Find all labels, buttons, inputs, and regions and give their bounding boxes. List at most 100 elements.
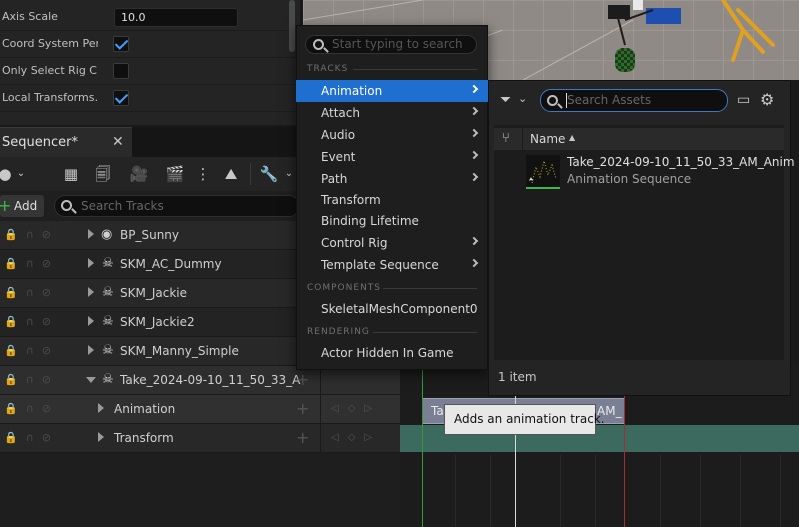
track-row-take[interactable]: 🔒∩⊘ ☠ Take_2024-09-10_11_50_33_A + [0, 366, 400, 395]
menu-divider [353, 69, 477, 70]
chevron-right-icon [469, 150, 479, 160]
prop-row-local-transforms: Local Transforms… [0, 85, 298, 112]
menu-item-label: Template Sequence [321, 258, 439, 272]
menu-item-control-rig[interactable]: Control Rig [296, 232, 488, 254]
search-icon [313, 39, 324, 50]
search-tracks-placeholder: Search Tracks [81, 199, 164, 213]
axis-scale-field[interactable]: 10.0 [114, 8, 238, 27]
skeleton-icon: ☠ [102, 256, 114, 271]
menu-item-transform[interactable]: Transform [296, 189, 488, 211]
menu-item-template-sequence[interactable]: Template Sequence [296, 254, 488, 276]
menu-item-audio[interactable]: Audio [296, 124, 488, 146]
only-select-rig-checkbox[interactable] [113, 63, 129, 79]
local-transforms-checkbox[interactable] [113, 90, 129, 106]
search-assets-input[interactable]: Search Assets [540, 89, 728, 112]
expand-arrow-icon[interactable] [88, 287, 94, 297]
save-icon[interactable]: ▦ [60, 163, 82, 185]
column-divider [320, 366, 321, 453]
row-lock-mute-solo-icons[interactable]: 🔒∩⊘ [4, 315, 66, 329]
menu-item-skeletal-mesh-component[interactable]: SkeletalMeshComponent0 [296, 298, 488, 320]
menu-item-animation[interactable]: Animation [296, 80, 488, 102]
sort-ascending-icon[interactable]: ▲ [569, 133, 575, 142]
menu-item-binding-lifetime[interactable]: Binding Lifetime [296, 210, 488, 232]
details-scrollbar[interactable] [289, 0, 295, 52]
prop-label: Axis Scale [2, 10, 58, 23]
menu-item-label: Attach [321, 106, 360, 120]
row-lock-mute-solo-icons[interactable]: 🔒∩⊘ [4, 344, 66, 358]
row-lock-mute-solo-icons[interactable]: 🔒∩⊘ [4, 431, 66, 445]
chevron-down-icon[interactable]: ⌄ [10, 163, 32, 185]
asset-type: Animation Sequence [567, 172, 692, 186]
grid-line [780, 455, 781, 527]
grid-line [595, 455, 596, 527]
clapperboard-icon[interactable]: 🎬 [164, 163, 186, 185]
menu-item-actor-hidden-in-game[interactable]: Actor Hidden In Game [296, 342, 488, 364]
wrench-icon[interactable]: 🔧 [258, 163, 280, 185]
menu-item-label: Transform [321, 193, 381, 207]
keyframe-nav-icons[interactable]: ◁◇▷ [331, 403, 381, 414]
row-lock-mute-solo-icons[interactable]: 🔒∩⊘ [4, 286, 66, 300]
track-label: BP_Sunny [120, 228, 180, 242]
menu-search-input[interactable]: Start typing to search [305, 35, 477, 54]
prop-row-axis-scale: Axis Scale 10.0 [0, 4, 298, 31]
chevron-down-icon[interactable]: ⌄ [518, 92, 527, 105]
prop-label: Only Select Rig C… [2, 64, 98, 77]
track-row-transform[interactable]: 🔒∩⊘ Transform + ◁◇▷ [0, 424, 400, 453]
column-name[interactable]: Name [530, 132, 565, 146]
playback-start-marker[interactable] [422, 367, 423, 527]
section-label-left: Ta [431, 404, 444, 418]
details-panel: Axis Scale 10.0 Coord System Per… Only S… [0, 0, 300, 125]
actions-icon[interactable]: ⛰ [220, 163, 242, 185]
add-subtrack-icon[interactable]: + [296, 428, 309, 447]
prop-row-only-select-rig: Only Select Rig C… [0, 58, 298, 85]
source-control-icon[interactable]: ⑂ [502, 131, 510, 146]
camera-icon[interactable]: 🎥 [128, 163, 150, 185]
close-icon[interactable]: ✕ [112, 134, 124, 150]
menu-divider [383, 288, 477, 289]
menu-item-path[interactable]: Path [296, 168, 488, 190]
menu-section-components: COMPONENTS [307, 283, 382, 293]
row-lock-mute-solo-icons[interactable]: 🔒∩⊘ [4, 228, 66, 242]
expand-arrow-icon[interactable] [98, 432, 104, 442]
tab-sequencer[interactable]: Sequencer* ✕ [0, 127, 132, 157]
search-assets-placeholder: Search Assets [567, 93, 652, 107]
browse-icon[interactable]: 🗐 [92, 163, 114, 185]
menu-item-attach[interactable]: Attach [296, 102, 488, 124]
add-subtrack-icon[interactable]: + [296, 399, 309, 418]
track-label: Animation [114, 402, 176, 416]
expand-arrow-icon[interactable] [98, 403, 104, 413]
track-label: SKM_Manny_Simple [120, 344, 239, 358]
expand-arrow-icon[interactable] [88, 345, 94, 355]
more-options-icon[interactable]: ⋮ [192, 163, 214, 185]
chevron-right-icon [469, 258, 479, 268]
actor-icon: ◉ [101, 227, 113, 242]
skeleton-icon: ☠ [102, 343, 114, 358]
add-subtrack-icon[interactable]: + [296, 370, 309, 389]
add-track-button[interactable]: + Add [0, 195, 44, 217]
chevron-right-icon [469, 236, 479, 246]
prop-label: Local Transforms… [2, 91, 98, 104]
filter-icon[interactable]: ⏷ [500, 92, 511, 108]
row-lock-mute-solo-icons[interactable]: 🔒∩⊘ [4, 373, 66, 387]
add-button-label: Add [14, 199, 38, 213]
menu-item-event[interactable]: Event [296, 146, 488, 168]
skeleton-icon: ☠ [102, 285, 114, 300]
collapse-arrow-icon[interactable] [86, 377, 96, 383]
track-label: SKM_Jackie [120, 286, 187, 300]
coord-system-checkbox[interactable] [113, 36, 129, 52]
expand-arrow-icon[interactable] [88, 258, 94, 268]
folder-icon[interactable]: ▭ [737, 92, 750, 108]
row-lock-mute-solo-icons[interactable]: 🔒∩⊘ [4, 257, 66, 271]
search-tracks-input[interactable]: Search Tracks [54, 195, 300, 217]
menu-item-label: Event [321, 150, 356, 164]
gear-icon[interactable]: ⚙ [760, 90, 774, 109]
track-row-animation[interactable]: 🔒∩⊘ Animation + ◁◇▷ [0, 395, 400, 424]
keyframe-nav-icons[interactable]: ◁◇▷ [331, 432, 381, 443]
chevron-right-icon [469, 84, 479, 94]
row-lock-mute-solo-icons[interactable]: 🔒∩⊘ [4, 402, 66, 416]
expand-arrow-icon[interactable] [88, 229, 94, 239]
animation-sequence-icon [529, 159, 557, 184]
grid-line [660, 455, 661, 527]
expand-arrow-icon[interactable] [88, 316, 94, 326]
menu-item-label: Audio [321, 128, 356, 142]
